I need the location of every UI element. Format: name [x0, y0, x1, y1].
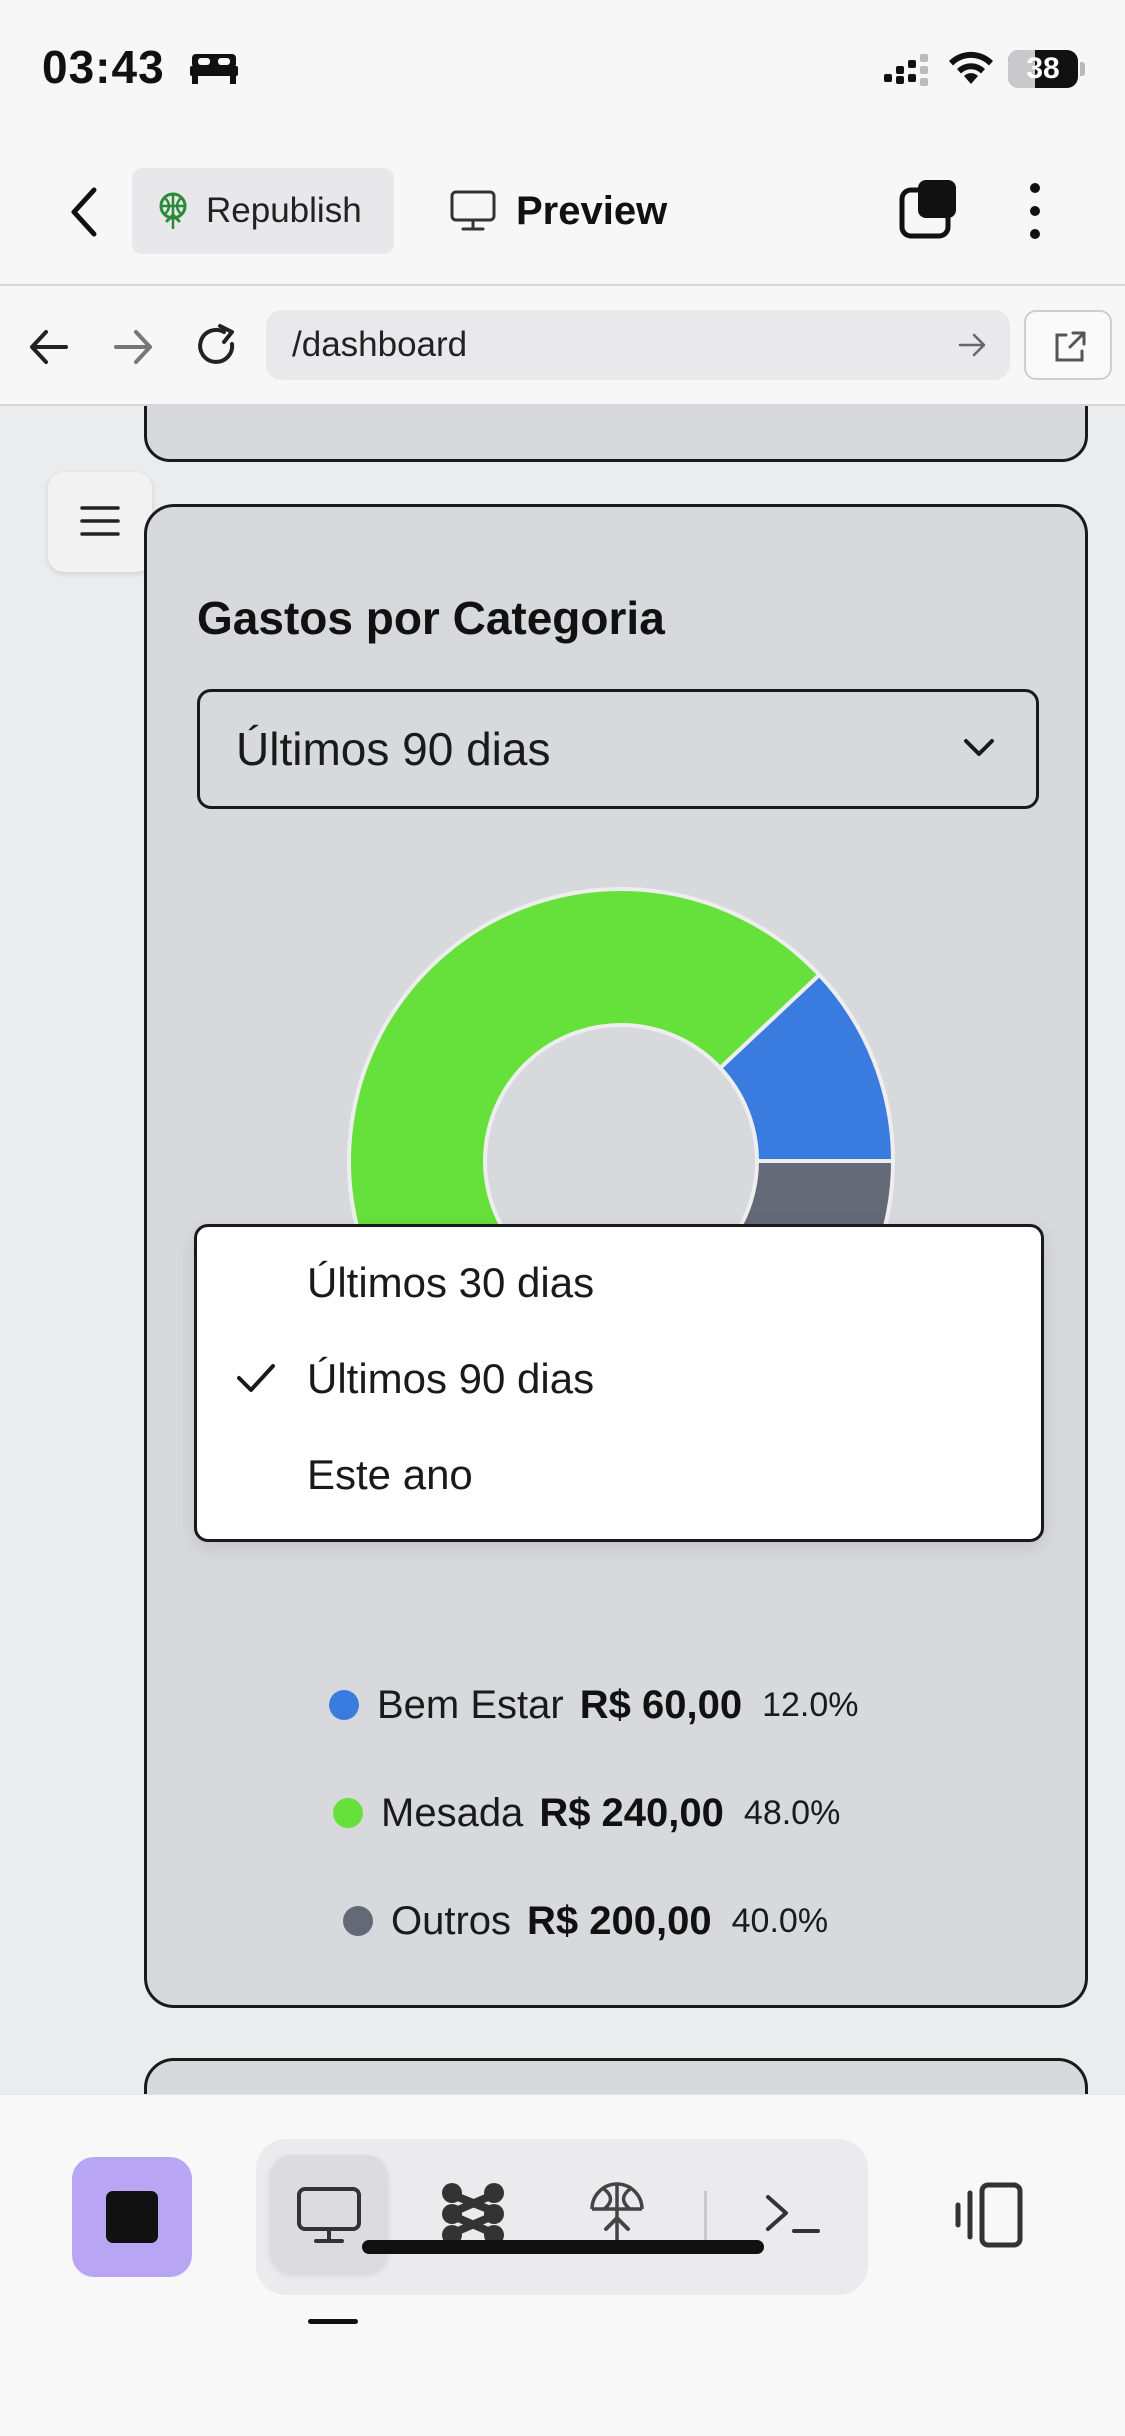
- side-panel-icon[interactable]: [952, 2179, 1026, 2251]
- stop-icon: [106, 2191, 158, 2243]
- app-toolbar: Republish Preview: [0, 140, 1125, 286]
- legend-value: R$ 60,00: [579, 1682, 743, 1727]
- browser-bar: /dashboard: [0, 286, 1125, 406]
- url-field[interactable]: /dashboard: [266, 310, 1010, 380]
- tab-workflows[interactable]: [414, 2155, 532, 2273]
- tab-shell[interactable]: [734, 2155, 852, 2273]
- republish-label: Republish: [206, 191, 362, 230]
- hamburger-menu-button[interactable]: [48, 472, 152, 572]
- next-card: [144, 2058, 1088, 2094]
- legend-item-outros: Outros R$ 200,00 40.0%: [343, 1891, 828, 1951]
- status-time: 03:43: [42, 41, 165, 93]
- period-dropdown-menu: Últimos 30 dias Últimos 90 dias Este ano: [194, 1224, 1044, 1542]
- monitor-icon: [297, 2187, 361, 2243]
- menu-item-label: Últimos 30 dias: [307, 1259, 595, 1306]
- republish-button[interactable]: Republish: [132, 168, 394, 254]
- legend-label: Outros: [391, 1898, 512, 1943]
- tab-preview[interactable]: [270, 2155, 388, 2273]
- layers-icon[interactable]: [898, 178, 960, 240]
- legend-item-mesada: Mesada R$ 240,00 48.0%: [333, 1783, 840, 1843]
- legend-label: Mesada: [381, 1790, 524, 1835]
- battery-icon: 38: [1008, 50, 1078, 88]
- republish-icon: [159, 192, 187, 229]
- legend-dot: [329, 1690, 359, 1720]
- kebab-menu-icon[interactable]: [1018, 180, 1052, 242]
- monitor-icon: [450, 190, 496, 231]
- active-tab-indicator: [308, 2319, 358, 2324]
- legend-item-bem-estar: Bem Estar R$ 60,00 12.0%: [329, 1675, 858, 1735]
- legend-dot: [343, 1906, 373, 1936]
- bottom-dock: [0, 2094, 1125, 2436]
- reload-icon[interactable]: [192, 322, 242, 372]
- preview-label: Preview: [516, 188, 668, 233]
- dock-tab-group: [256, 2139, 868, 2295]
- deploy-icon: [590, 2182, 644, 2245]
- legend-value: R$ 200,00: [527, 1898, 712, 1943]
- arrow-forward-icon[interactable]: [108, 322, 158, 372]
- arrow-back-icon[interactable]: [24, 322, 74, 372]
- open-external-button[interactable]: [1024, 310, 1112, 380]
- legend-label: Bem Estar: [377, 1682, 564, 1727]
- menu-item-label: Últimos 90 dias: [307, 1355, 595, 1402]
- legend-percent: 48.0%: [743, 1793, 841, 1832]
- chevron-left-icon[interactable]: [64, 184, 104, 240]
- legend-percent: 12.0%: [762, 1685, 859, 1724]
- workflow-icon: [442, 2183, 504, 2245]
- period-select[interactable]: Últimos 90 dias: [197, 689, 1039, 809]
- dock-separator: [704, 2191, 707, 2241]
- open-external-icon: [1055, 331, 1086, 362]
- previous-card: [144, 406, 1088, 462]
- card-title: Gastos por Categoria: [197, 592, 665, 644]
- menu-item-ultimos-90-dias[interactable]: Últimos 90 dias: [197, 1331, 1041, 1427]
- battery-percentage: 38: [1026, 52, 1060, 85]
- battery-cap: [1080, 62, 1085, 76]
- hamburger-icon: [80, 506, 120, 536]
- home-indicator: [362, 2240, 764, 2254]
- url-go-icon[interactable]: [958, 332, 988, 358]
- web-content: Gastos por Categoria Últimos 90 dias Bem…: [0, 406, 1125, 2094]
- status-bar: 03:43 38: [0, 0, 1125, 140]
- chevron-down-icon: [964, 739, 994, 756]
- check-icon: [237, 1364, 275, 1392]
- wifi-icon: [949, 51, 993, 84]
- url-text: /dashboard: [292, 325, 468, 364]
- menu-item-label: Este ano: [307, 1451, 473, 1498]
- bed-icon: [190, 54, 238, 84]
- period-select-value: Últimos 90 dias: [236, 723, 551, 775]
- legend-dot: [333, 1798, 363, 1828]
- terminal-icon: [766, 2195, 820, 2233]
- menu-item-este-ano[interactable]: Este ano: [197, 1427, 1041, 1523]
- legend-percent: 40.0%: [731, 1901, 829, 1940]
- cellular-signal-icon: [884, 54, 928, 86]
- legend-value: R$ 240,00: [539, 1790, 724, 1835]
- tab-deploy[interactable]: [558, 2155, 676, 2273]
- menu-item-ultimos-30-dias[interactable]: Últimos 30 dias: [197, 1235, 1041, 1331]
- stop-button[interactable]: [72, 2157, 192, 2277]
- preview-button[interactable]: Preview: [450, 168, 667, 254]
